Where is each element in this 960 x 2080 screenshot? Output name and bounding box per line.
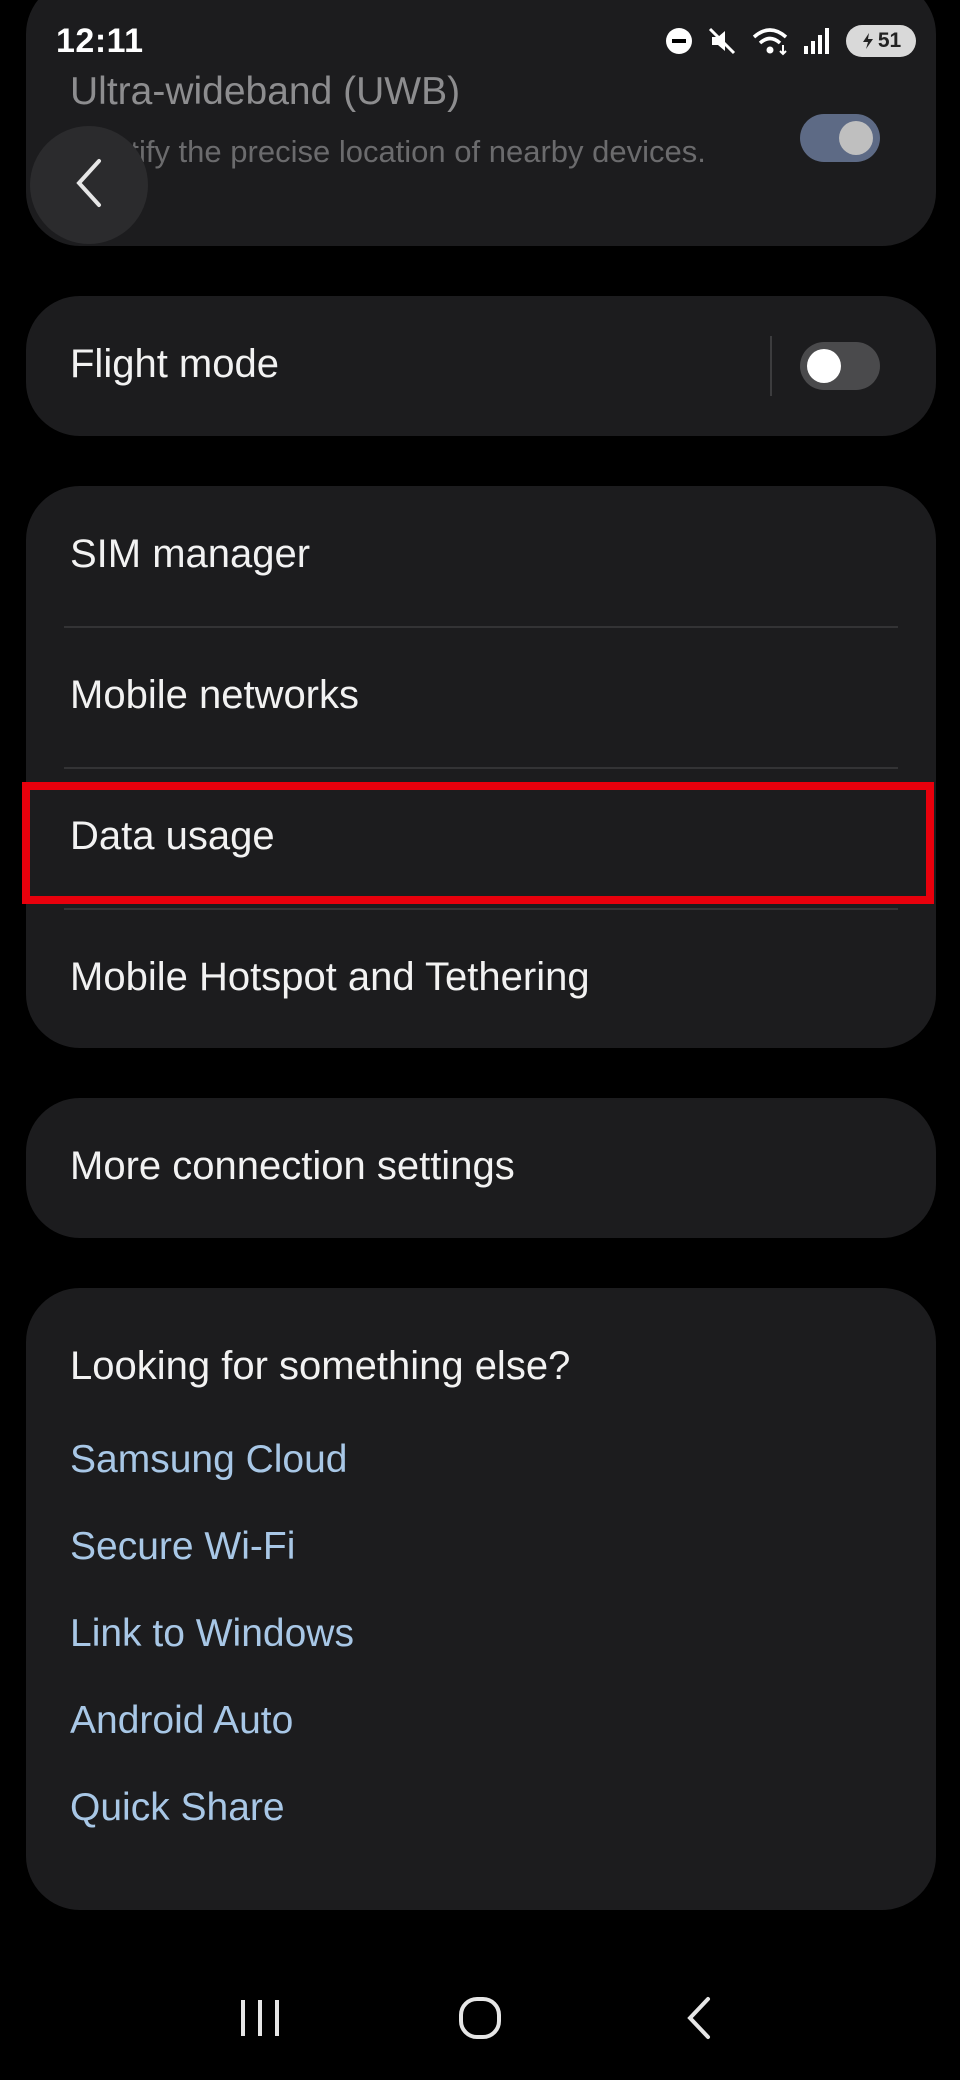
- back-nav-button[interactable]: [660, 1980, 740, 2060]
- toggle-knob: [839, 121, 873, 155]
- network-settings-card: SIM manager Mobile networks Data usage M…: [26, 486, 936, 1048]
- mute-icon: [706, 25, 738, 57]
- back-icon: [682, 1995, 718, 2046]
- looking-title: Looking for something else?: [70, 1344, 571, 1388]
- wifi-icon: [750, 25, 790, 57]
- data-usage-highlight: [22, 782, 934, 904]
- mobile-hotspot-label: Mobile Hotspot and Tethering: [70, 955, 590, 999]
- more-connection-settings-card[interactable]: More connection settings: [26, 1098, 936, 1238]
- divider: [770, 336, 772, 396]
- sim-manager-item[interactable]: SIM manager: [26, 486, 936, 626]
- recents-icon: [237, 1998, 283, 2043]
- recents-button[interactable]: [220, 1980, 300, 2060]
- battery-icon: 51: [846, 25, 916, 57]
- toggle-knob: [807, 349, 841, 383]
- mobile-networks-label: Mobile networks: [70, 673, 360, 717]
- status-time: 12:11: [56, 21, 144, 60]
- flight-mode-label: Flight mode: [70, 342, 279, 386]
- sim-manager-label: SIM manager: [70, 532, 311, 576]
- android-auto-link[interactable]: Android Auto: [70, 1699, 293, 1743]
- secure-wifi-link[interactable]: Secure Wi-Fi: [70, 1525, 295, 1569]
- home-icon: [457, 1995, 503, 2046]
- uwb-toggle[interactable]: [800, 114, 880, 162]
- flight-mode-toggle[interactable]: [800, 342, 880, 390]
- signal-icon: [802, 26, 834, 56]
- battery-level: 51: [877, 29, 902, 52]
- looking-for-something-else-card: Looking for something else? Samsung Clou…: [26, 1288, 936, 1910]
- quick-share-link[interactable]: Quick Share: [70, 1786, 285, 1830]
- flight-mode-card[interactable]: Flight mode: [26, 296, 936, 436]
- link-to-windows-link[interactable]: Link to Windows: [70, 1612, 354, 1656]
- chevron-left-icon: [69, 155, 109, 216]
- home-button[interactable]: [440, 1980, 520, 2060]
- samsung-cloud-link[interactable]: Samsung Cloud: [70, 1438, 348, 1482]
- do-not-disturb-icon: [664, 26, 694, 56]
- more-connection-settings-label: More connection settings: [70, 1144, 515, 1188]
- mobile-hotspot-item[interactable]: Mobile Hotspot and Tethering: [26, 909, 936, 1048]
- mobile-networks-item[interactable]: Mobile networks: [26, 627, 936, 767]
- back-button[interactable]: [30, 126, 148, 244]
- status-icons: 51: [664, 25, 916, 57]
- navigation-bar: [0, 1960, 960, 2080]
- status-bar: 12:11 51: [0, 0, 960, 82]
- settings-screen: 12:11 51 Ultra-wideband (UWB) Identify t…: [0, 0, 960, 2080]
- uwb-description: Identify the precise location of nearby …: [70, 134, 706, 169]
